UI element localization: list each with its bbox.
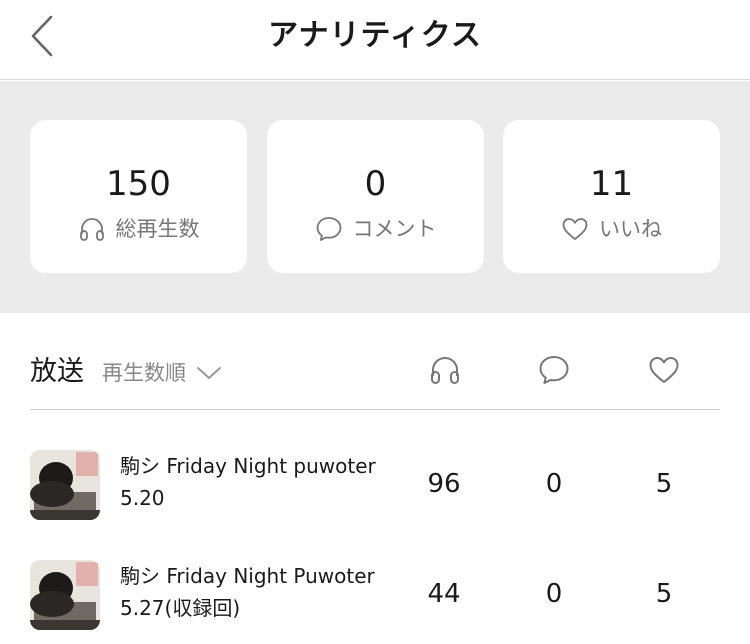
likes-label: いいね xyxy=(599,217,662,241)
broadcast-row[interactable]: 駒シ Friday Night puwoter 5.20 96 0 5 xyxy=(30,438,720,538)
broadcast-row[interactable]: 駒シ Friday Night Puwoter 5.27(収録回) 44 0 5 xyxy=(30,548,720,644)
broadcast-thumbnail xyxy=(30,560,100,630)
comment-bubble-icon xyxy=(539,356,569,384)
plays-count: 96 xyxy=(427,469,461,499)
likes-value: 11 xyxy=(589,164,634,204)
headphones-icon xyxy=(79,218,104,241)
section-title: 放送 xyxy=(30,356,84,387)
sort-dropdown[interactable]: 再生数順 xyxy=(102,358,222,388)
page-title: アナリティクス xyxy=(268,18,482,53)
sort-label: 再生数順 xyxy=(102,361,186,385)
likes-count: 5 xyxy=(655,469,673,499)
comments-label: コメント xyxy=(352,217,437,241)
likes-card: 11 いいね xyxy=(503,120,720,273)
broadcast-title: 駒シ Friday Night puwoter 5.20 xyxy=(120,454,376,510)
total-plays-value: 150 xyxy=(106,164,171,204)
heart-icon xyxy=(562,218,588,240)
plays-count: 44 xyxy=(427,579,461,609)
comments-card: 0 コメント xyxy=(267,120,484,273)
chevron-down-icon xyxy=(197,367,221,379)
total-plays-label: 総再生数 xyxy=(115,217,200,241)
headphones-icon xyxy=(431,357,459,384)
broadcast-thumbnail xyxy=(30,450,100,520)
comment-bubble-icon xyxy=(316,217,341,241)
stats-section: 150 総再生数 0 コメント 11 いいね xyxy=(0,81,750,313)
comments-value: 0 xyxy=(364,164,387,204)
heart-icon xyxy=(649,357,679,383)
total-plays-card: 150 総再生数 xyxy=(30,120,247,273)
comments-count: 0 xyxy=(545,469,563,499)
broadcast-title: 駒シ Friday Night Puwoter 5.27(収録回) xyxy=(120,564,375,620)
top-bar: アナリティクス xyxy=(0,0,750,80)
likes-count: 5 xyxy=(655,579,673,609)
comments-count: 0 xyxy=(545,579,563,609)
broadcast-list-header: 放送 再生数順 xyxy=(30,332,720,410)
